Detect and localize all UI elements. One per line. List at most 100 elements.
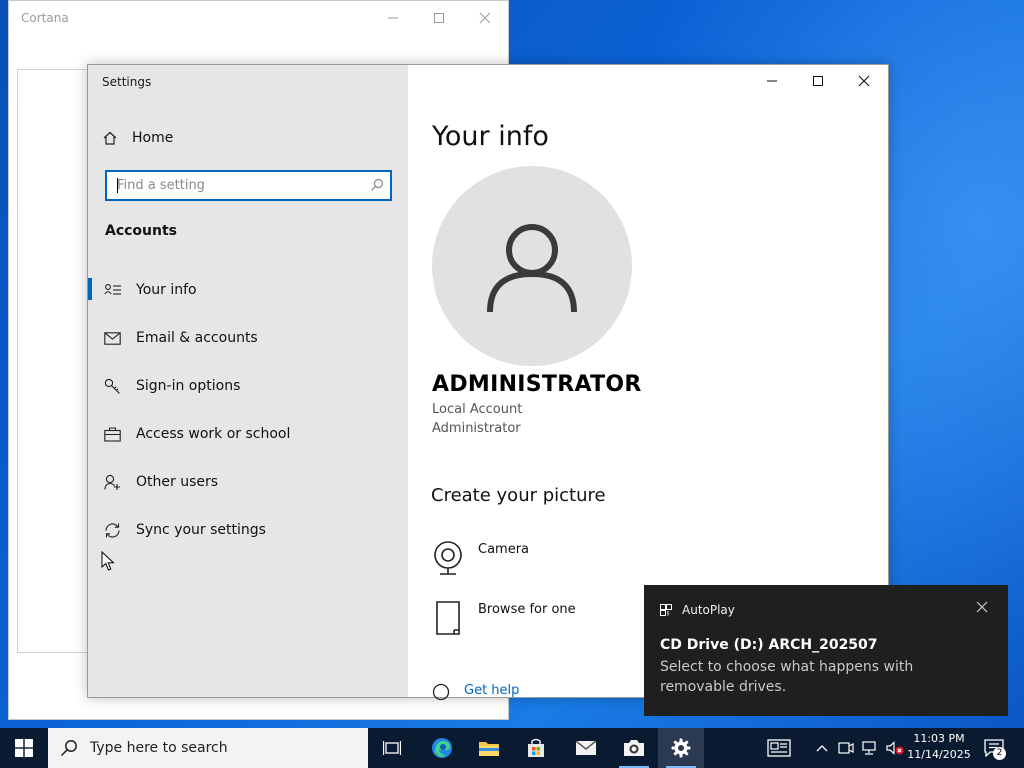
meet-now-button[interactable]	[836, 728, 856, 768]
chevron-up-icon	[816, 745, 828, 752]
settings-sidebar: Settings Home Accounts	[88, 65, 408, 697]
minimize-button[interactable]	[749, 65, 795, 97]
sidebar-item-label: Your info	[136, 282, 197, 298]
sidebar-item-email-accounts[interactable]: Email & accounts	[88, 318, 408, 358]
search-input[interactable]	[107, 172, 357, 199]
settings-search[interactable]	[105, 170, 392, 201]
toast-app: AutoPlay	[660, 603, 735, 617]
mail-button[interactable]	[563, 728, 609, 768]
sidebar-item-other-users[interactable]: Other users	[88, 462, 408, 502]
taskbar: Type here to search 11:03 PM 11/14/2025 …	[0, 728, 1024, 768]
camera-icon	[434, 541, 462, 575]
sidebar-item-access-work[interactable]: Access work or school	[88, 414, 408, 454]
task-view-icon	[383, 741, 401, 755]
sidebar-item-label: Other users	[136, 474, 219, 490]
user-icon	[487, 224, 577, 313]
news-icon	[767, 739, 791, 757]
edge-button[interactable]	[419, 728, 465, 768]
cortana-maximize-button[interactable]	[417, 5, 461, 31]
sidebar-item-sync-settings[interactable]: Sync your settings	[88, 510, 408, 550]
close-icon	[479, 12, 491, 24]
cortana-title: Cortana	[21, 11, 69, 25]
edge-browser-icon	[432, 738, 452, 758]
action-center-button[interactable]: 2	[978, 728, 1010, 768]
minimize-icon	[388, 17, 398, 19]
minimize-icon	[767, 80, 777, 82]
camera-option[interactable]: Camera	[432, 540, 529, 576]
clock-date: 11/14/2025	[907, 748, 971, 761]
account-role: Administrator	[432, 421, 521, 436]
section-heading: Accounts	[105, 223, 178, 239]
home-icon	[103, 131, 117, 145]
sync-icon	[105, 522, 120, 538]
notification-count-badge: 2	[993, 747, 1006, 760]
toast-app-name: AutoPlay	[682, 603, 735, 617]
clock-time: 11:03 PM	[913, 732, 965, 745]
gear-icon	[671, 738, 691, 758]
toast-body: Select to choose what happens with remov…	[660, 659, 914, 695]
home-label: Home	[132, 130, 174, 146]
mail-icon	[104, 331, 121, 345]
store-icon	[528, 738, 544, 757]
task-view-button[interactable]	[369, 728, 415, 768]
home-nav-item[interactable]: Home	[102, 127, 173, 149]
meet-now-icon	[838, 742, 854, 754]
mail-icon	[575, 740, 597, 755]
toast-headline: CD Drive (D:) ARCH_202507	[660, 637, 878, 653]
search-icon	[60, 740, 77, 757]
file-icon	[436, 601, 460, 635]
sidebar-item-label: Sync your settings	[136, 522, 266, 538]
autoplay-notification[interactable]: AutoPlay CD Drive (D:) ARCH_202507 Selec…	[644, 585, 1008, 716]
sidebar-item-your-info[interactable]: Your info	[88, 270, 408, 310]
maximize-button[interactable]	[795, 65, 841, 97]
page-title: Your info	[432, 121, 549, 152]
sidebar-item-label: Email & accounts	[136, 330, 258, 346]
taskbar-search-box[interactable]: Type here to search	[48, 728, 368, 768]
section-heading: Create your picture	[431, 485, 606, 506]
sidebar-item-label: Access work or school	[136, 426, 291, 442]
autoplay-icon	[660, 604, 672, 616]
close-icon[interactable]	[976, 601, 988, 613]
get-help-link[interactable]: Get help	[432, 683, 519, 701]
folder-icon	[479, 742, 499, 756]
close-icon	[858, 75, 870, 87]
window-title: Settings	[102, 75, 152, 89]
avatar[interactable]	[432, 166, 632, 366]
cortana-panel	[17, 69, 97, 653]
maximize-icon	[813, 76, 823, 86]
news-interests-button[interactable]	[763, 728, 795, 768]
close-button[interactable]	[841, 65, 887, 97]
maximize-icon	[434, 13, 444, 23]
briefcase-icon	[104, 426, 121, 442]
help-label: Get help	[464, 683, 520, 698]
camera-icon	[624, 740, 644, 756]
browse-option[interactable]: Browse for one	[432, 600, 576, 636]
volume-muted-icon	[886, 741, 904, 755]
file-explorer-button[interactable]	[466, 728, 512, 768]
store-button[interactable]	[513, 728, 559, 768]
add-person-icon	[104, 474, 120, 490]
windows-logo-icon	[15, 739, 33, 757]
sidebar-item-sign-in-options[interactable]: Sign-in options	[88, 366, 408, 406]
start-button[interactable]	[0, 728, 48, 768]
network-icon	[862, 741, 876, 755]
taskbar-clock[interactable]: 11:03 PM 11/14/2025	[906, 731, 972, 763]
help-icon	[432, 683, 450, 701]
cortana-minimize-button[interactable]	[371, 5, 415, 31]
camera-app-button[interactable]	[611, 728, 657, 768]
taskbar-search-placeholder: Type here to search	[90, 740, 228, 756]
option-label: Browse for one	[478, 602, 576, 617]
option-label: Camera	[478, 542, 530, 557]
search-icon[interactable]	[370, 178, 384, 192]
contact-card-icon	[104, 284, 121, 295]
settings-app-button[interactable]	[658, 728, 704, 768]
show-hidden-icons-button[interactable]	[812, 728, 832, 768]
network-button[interactable]	[860, 728, 882, 768]
volume-button[interactable]	[884, 728, 906, 768]
active-indicator	[88, 278, 92, 300]
sidebar-item-label: Sign-in options	[136, 378, 241, 394]
user-name: ADMINISTRATOR	[432, 372, 642, 397]
key-icon	[104, 378, 120, 394]
cortana-close-button[interactable]	[463, 5, 507, 31]
text-caret	[117, 178, 118, 193]
